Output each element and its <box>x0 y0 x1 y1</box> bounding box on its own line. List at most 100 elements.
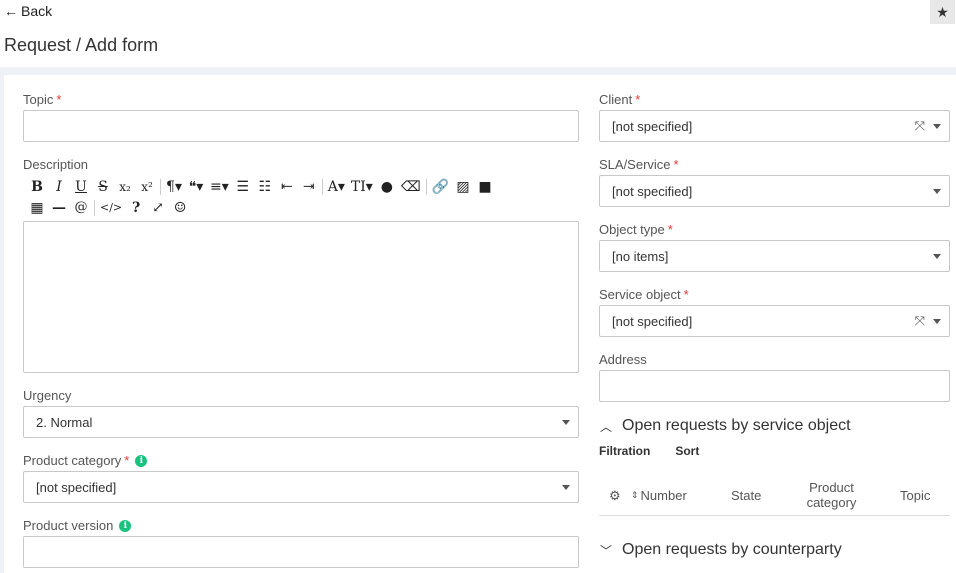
indent-icon[interactable]: ⇥ <box>298 177 320 197</box>
blockquote-icon[interactable]: ❝▾ <box>185 177 207 197</box>
page-title: Request / Add form <box>4 35 159 55</box>
urgency-value: 2. Normal <box>36 414 93 430</box>
client-label: Client * <box>599 92 640 107</box>
required-mark: * <box>667 222 673 237</box>
toolbar-divider <box>321 178 323 195</box>
emoji-icon[interactable]: ☺ <box>169 198 191 218</box>
back-link[interactable]: ← Back <box>4 3 52 19</box>
table-header: ⚙ ⇕ Number State Product category Topic <box>599 474 950 516</box>
table-icon[interactable]: ▦ <box>26 198 48 218</box>
text-style-icon[interactable]: TI▾ <box>348 177 376 197</box>
back-label: Back <box>21 3 53 19</box>
required-mark: * <box>635 92 641 107</box>
strikethrough-icon[interactable]: S <box>92 177 114 197</box>
chevron-down-icon: ﹀ <box>600 543 613 558</box>
urgency-select[interactable]: 2. Normal <box>23 406 579 438</box>
editor-toolbar: B I U S x₂ x² ¶▾ ❝▾ ≡▾ ☰ ☷ ⇤ ⇥ A▾ TI▾ ● … <box>26 176 566 218</box>
mention-icon[interactable]: @ <box>70 198 92 218</box>
info-icon[interactable]: i <box>135 454 148 467</box>
client-label-text: Client <box>599 92 633 107</box>
description-editor[interactable] <box>23 221 579 373</box>
favorite-button[interactable]: ★ <box>930 0 955 24</box>
header-divider <box>0 67 956 75</box>
required-mark: * <box>673 157 679 172</box>
product-category-label-text: Product category <box>23 453 122 468</box>
ordered-list-icon[interactable]: ☰ <box>232 177 254 197</box>
toolbar-divider <box>94 199 95 216</box>
topic-field[interactable] <box>23 110 579 142</box>
paragraph-format-icon[interactable]: ¶▾ <box>163 177 185 197</box>
sla-label: SLA/Service * <box>599 157 679 172</box>
unordered-list-icon[interactable]: ☷ <box>254 177 276 197</box>
expand-arrows-icon[interactable]: ⤧ <box>915 313 925 329</box>
urgency-label: Urgency <box>23 388 72 403</box>
section-title: Open requests by service object <box>622 417 851 434</box>
product-category-label: Product category * i <box>23 453 148 468</box>
color-drop-icon[interactable]: ● <box>376 177 398 197</box>
client-select[interactable]: [not specified] ⤧ <box>599 110 950 142</box>
code-view-icon[interactable]: </> <box>97 198 125 218</box>
column-number[interactable]: ⇕ Number <box>631 474 687 516</box>
product-category-value: [not specified] <box>36 479 117 495</box>
address-input[interactable] <box>600 371 949 401</box>
service-object-label: Service object * <box>599 287 689 302</box>
description-label: Description <box>23 157 89 172</box>
service-object-select[interactable]: [not specified] ⤧ <box>599 305 950 337</box>
open-requests-by-counterparty-header[interactable]: ﹀ Open requests by counterparty <box>600 541 842 559</box>
italic-icon[interactable]: I <box>48 177 70 197</box>
info-icon[interactable]: i <box>119 519 132 532</box>
object-type-value: [no items] <box>612 248 669 264</box>
caret-down-icon <box>933 188 941 194</box>
section-title: Open requests by counterparty <box>622 541 842 558</box>
column-topic[interactable]: Topic <box>900 474 930 516</box>
service-object-value: [not specified] <box>612 313 693 329</box>
subscript-icon[interactable]: x₂ <box>114 177 136 197</box>
open-requests-by-object-header[interactable]: ︿ Open requests by service object <box>600 417 851 435</box>
sla-select[interactable]: [not specified] <box>599 175 950 207</box>
service-object-label-text: Service object <box>599 287 681 302</box>
required-mark: * <box>124 453 130 468</box>
left-border <box>0 67 4 573</box>
expand-arrows-icon[interactable]: ⤧ <box>915 118 925 134</box>
object-type-select[interactable]: [no items] <box>599 240 950 272</box>
tab-filtration[interactable]: Filtration <box>599 444 650 458</box>
caret-down-icon <box>933 318 941 324</box>
toolbar-divider <box>425 178 427 195</box>
product-category-select[interactable]: [not specified] <box>23 471 579 503</box>
image-icon[interactable]: ▨ <box>452 177 474 197</box>
chevron-up-icon: ︿ <box>600 419 613 434</box>
bold-icon[interactable]: B <box>26 177 48 197</box>
video-icon[interactable]: ■ <box>474 177 496 197</box>
caret-down-icon <box>933 253 941 259</box>
star-icon: ★ <box>936 3 949 20</box>
object-type-label: Object type * <box>599 222 673 237</box>
column-product-category[interactable]: Product category <box>804 474 859 516</box>
align-icon[interactable]: ≡▾ <box>207 177 232 197</box>
horizontal-line-icon[interactable]: — <box>48 198 70 218</box>
address-label: Address <box>599 352 647 367</box>
product-version-field[interactable] <box>23 536 579 568</box>
help-icon[interactable]: ? <box>125 198 147 218</box>
superscript-icon[interactable]: x² <box>136 177 158 197</box>
gear-icon[interactable]: ⚙ <box>609 474 621 516</box>
column-number-label: Number <box>640 487 687 503</box>
required-mark: * <box>683 287 689 302</box>
column-state[interactable]: State <box>731 474 761 516</box>
tab-sort[interactable]: Sort <box>675 444 699 458</box>
sla-label-text: SLA/Service <box>599 157 671 172</box>
underline-icon[interactable]: U <box>70 177 92 197</box>
outdent-icon[interactable]: ⇤ <box>276 177 298 197</box>
link-icon[interactable]: 🔗 <box>429 177 452 197</box>
caret-down-icon <box>562 419 570 425</box>
topic-input[interactable] <box>24 111 578 141</box>
address-field[interactable] <box>599 370 950 402</box>
fullscreen-icon[interactable]: ⤢ <box>147 198 169 218</box>
font-size-icon[interactable]: A▾ <box>325 177 348 197</box>
client-value: [not specified] <box>612 118 693 134</box>
product-version-input[interactable] <box>24 537 578 567</box>
sort-arrows-icon: ⇕ <box>631 489 639 500</box>
topic-label-text: Topic <box>23 92 54 107</box>
eraser-icon[interactable]: ⌫ <box>398 177 424 197</box>
product-version-label-text: Product version <box>23 518 114 533</box>
section-tabs: Filtration Sort <box>599 444 699 458</box>
